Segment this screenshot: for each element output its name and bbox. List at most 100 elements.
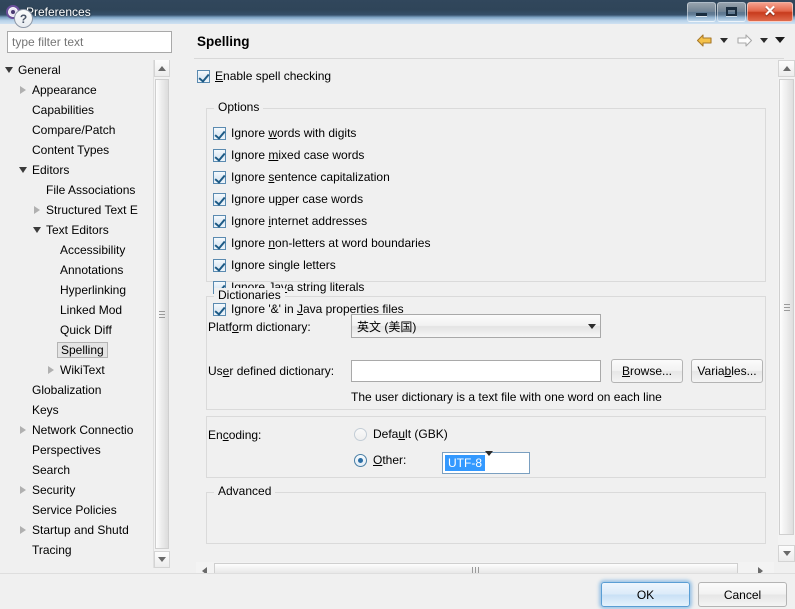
sidebar-item-appearance[interactable]: Appearance [0, 80, 168, 100]
sidebar-scrollbar-thumb[interactable] [155, 79, 169, 549]
chevron-down-icon[interactable] [2, 60, 16, 80]
sidebar-vertical-scrollbar[interactable] [153, 60, 170, 568]
sidebar-item-label: Content Types [32, 143, 110, 157]
view-menu-icon[interactable] [773, 30, 787, 50]
sidebar-item-linked-mod[interactable]: Linked Mod [0, 300, 168, 320]
scroll-down-button[interactable] [154, 551, 170, 568]
chevron-right-icon[interactable] [44, 360, 58, 380]
option-checkbox-ignore-sentence-capitalization[interactable]: Ignore sentence capitalization [213, 166, 430, 188]
option-checkbox-ignore-non-letters-at-word-boundaries[interactable]: Ignore non-letters at word boundaries [213, 232, 430, 254]
option-label: Ignore '&' in Java properties files [231, 302, 404, 316]
maximize-button[interactable] [717, 1, 746, 22]
encoding-other-label: Other: [373, 453, 407, 467]
mnemonic-letter: w [268, 126, 278, 140]
sidebar-item-perspectives[interactable]: Perspectives [0, 440, 168, 460]
option-label: Ignore mixed case words [231, 148, 365, 162]
sidebar-item-label: Quick Diff [60, 323, 112, 337]
sidebar-item-label: Search [32, 463, 71, 477]
checkbox-icon [213, 148, 226, 162]
preference-page: Spelling Enable spell checking Options I… [188, 24, 795, 579]
checkbox-icon [213, 170, 226, 184]
mnemonic-letter: b [724, 364, 732, 378]
page-content: Enable spell checking Options Ignore wor… [188, 60, 777, 560]
preferences-tree[interactable]: General Appearance Capabilities Compare/Pat… [0, 60, 168, 572]
sidebar-item-annotations[interactable]: Annotations [0, 260, 168, 280]
forward-dropdown-icon[interactable] [757, 30, 771, 50]
user-dictionary-label: User defined dictionary: [208, 364, 335, 378]
chevron-down-icon[interactable] [30, 220, 44, 240]
chevron-down-icon[interactable] [16, 160, 30, 180]
sidebar-item-tracing[interactable]: Tracing [0, 540, 168, 560]
sidebar-item-editors[interactable]: Editors [0, 160, 168, 180]
sidebar-item-hyperlinking[interactable]: Hyperlinking [0, 280, 168, 300]
back-dropdown-icon[interactable] [717, 30, 731, 50]
sidebar-item-file-associations[interactable]: File Associations [0, 180, 168, 200]
scroll-down-button[interactable] [778, 545, 795, 562]
sidebar-item-label: Editors [32, 163, 70, 177]
chevron-right-icon[interactable] [16, 420, 30, 440]
option-checkbox-ignore-single-letters[interactable]: Ignore single letters [213, 254, 430, 276]
scroll-up-icon [782, 66, 791, 71]
sidebar-item-text-editors[interactable]: Text Editors [0, 220, 168, 240]
option-checkbox-ignore-internet-addresses[interactable]: Ignore internet addresses [213, 210, 430, 232]
help-icon[interactable]: ? [14, 9, 33, 28]
chevron-right-icon[interactable] [16, 520, 30, 540]
sidebar-item-startup-and-shutd[interactable]: Startup and Shutd [0, 520, 168, 540]
radio-icon [354, 427, 367, 441]
chevron-right-icon[interactable] [16, 480, 30, 500]
sidebar-item-capabilities[interactable]: Capabilities [0, 100, 168, 120]
sidebar-item-security[interactable]: Security [0, 480, 168, 500]
close-button[interactable]: ✕ [747, 1, 793, 22]
sidebar-item-keys[interactable]: Keys [0, 400, 168, 420]
chevron-down-icon [588, 315, 596, 337]
sidebar-item-wikitext[interactable]: WikiText [0, 360, 168, 380]
sidebar-item-globalization[interactable]: Globalization [0, 380, 168, 400]
option-label: Ignore upper case words [231, 192, 364, 206]
chevron-right-icon[interactable] [30, 200, 44, 220]
sidebar-item-compare-patch[interactable]: Compare/Patch [0, 120, 168, 140]
sidebar-item-accessibility[interactable]: Accessibility [0, 240, 168, 260]
page-scrollbar-thumb[interactable] [779, 79, 794, 535]
scroll-up-button[interactable] [154, 60, 170, 77]
variables-button[interactable]: Varia b les... [691, 359, 763, 383]
sidebar-item-spelling[interactable]: Spelling [0, 340, 168, 360]
sidebar-item-label: Text Editors [46, 223, 109, 237]
minimize-button[interactable] [687, 1, 716, 22]
search-input[interactable] [7, 31, 172, 53]
sidebar-item-label: Annotations [60, 263, 124, 277]
mnemonic-letter: O [373, 453, 383, 467]
encoding-default-radio[interactable]: Default (GBK) [354, 427, 448, 441]
option-checkbox-ignore-upper-case-words[interactable]: Ignore upper case words [213, 188, 430, 210]
back-arrow-icon[interactable] [693, 30, 715, 50]
user-dictionary-input[interactable] [351, 360, 601, 382]
options-group-title: Options [214, 100, 264, 114]
ok-button[interactable]: OK [601, 582, 690, 607]
encoding-other-combo[interactable]: UTF-8 [442, 451, 530, 474]
sidebar-item-quick-diff[interactable]: Quick Diff [0, 320, 168, 340]
option-checkbox-ignore-words-with-digits[interactable]: Ignore words with digits [213, 122, 430, 144]
chevron-right-icon[interactable] [16, 80, 30, 100]
sidebar-item-service-policies[interactable]: Service Policies [0, 500, 168, 520]
sidebar-item-network-connectio[interactable]: Network Connectio [0, 420, 168, 440]
scroll-up-button[interactable] [778, 60, 795, 77]
browse-button[interactable]: Browse... [611, 359, 683, 383]
page-vertical-scrollbar[interactable] [778, 60, 795, 562]
enable-spell-checking-checkbox[interactable]: Enable spell checking [197, 67, 331, 85]
checkbox-icon [213, 126, 226, 140]
encoding-other-radio[interactable]: Other: [354, 453, 406, 467]
sidebar-item-content-types[interactable]: Content Types [0, 140, 168, 160]
option-label: Ignore sentence capitalization [231, 170, 390, 184]
forward-arrow-icon[interactable] [733, 30, 755, 50]
sidebar-item-label: File Associations [46, 183, 136, 197]
option-checkbox-ignore-mixed-case-words[interactable]: Ignore mixed case words [213, 144, 430, 166]
sidebar-item-general[interactable]: General [0, 60, 168, 80]
sidebar-item-search[interactable]: Search [0, 460, 168, 480]
cancel-button[interactable]: Cancel [698, 582, 787, 607]
checkbox-icon [213, 236, 226, 250]
sidebar-item-label: Startup and Shutd [32, 523, 129, 537]
sidebar-item-structured-text-e[interactable]: Structured Text E [0, 200, 168, 220]
